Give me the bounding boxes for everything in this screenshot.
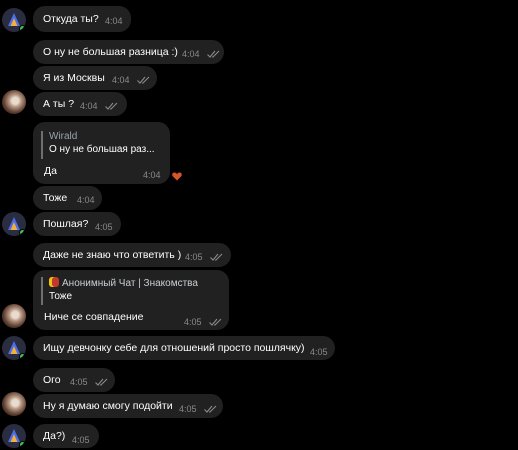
message-bubble[interactable]: Ищу девчонку себе для отношений просто п… [33,336,335,360]
user-photo-avatar[interactable] [2,90,26,114]
message-time: 4:05 [184,317,202,327]
message-bubble[interactable]: Да?) 4:05 [33,424,99,448]
message-bubble[interactable]: Ну я думаю смогу подойти 4:05 [33,394,223,418]
message-text: Даже не знаю что ответить ) [43,249,182,261]
message-time: 4:04 [105,16,123,26]
bot-avatar[interactable] [2,424,26,448]
online-indicator [19,353,26,360]
message-text: Да?) [43,430,66,442]
message-time: 4:05 [185,252,203,262]
reply-quote[interactable]: Анонимный Чат | Знакомства Тоже [41,277,221,305]
message-text: Ищу девчонку себе для отношений просто п… [43,342,305,354]
double-check-icon [209,318,222,326]
heart-icon[interactable] [172,172,182,181]
double-check-icon [204,405,217,413]
message-bubble[interactable]: Тоже 4:04 [33,186,102,210]
message-time: 4:05 [70,377,88,387]
message-time: 4:05 [95,222,113,232]
message-text: Да [44,165,57,177]
double-check-icon [105,102,118,110]
message-bubble[interactable]: О ну не большая разница :) 4:04 [33,40,224,64]
message-text: Откуда ты? [43,13,99,25]
double-check-icon [137,76,150,84]
online-indicator [19,25,26,32]
message-time: 4:05 [179,404,197,414]
message-time: 4:04 [143,170,161,180]
message-text: А ты ? [43,98,75,110]
message-text: Тоже [43,192,68,204]
reply-sender-name: Анонимный Чат | Знакомства [49,277,221,290]
message-bubble[interactable]: Даже не знаю что ответить ) 4:05 [33,243,231,267]
message-bubble[interactable]: Ого 4:05 [33,368,115,392]
message-bubble[interactable]: Пошлая? 4:05 [33,212,121,236]
message-time: 4:05 [310,347,328,357]
bot-avatar[interactable] [2,336,26,360]
message-time: 4:04 [77,195,95,205]
reply-text: Тоже [49,291,73,302]
message-text: Пошлая? [43,218,89,230]
message-bubble[interactable]: Откуда ты? 4:04 [33,6,131,32]
message-text: О ну не большая разница :) [43,46,178,58]
message-text: Я из Москвы [43,72,105,84]
message-text: Ну я думаю смогу подойти [43,400,173,412]
message-bubble[interactable]: Анонимный Чат | Знакомства Тоже Ниче се … [33,270,229,330]
bot-avatar[interactable] [2,8,26,32]
message-bubble[interactable]: А ты ? 4:04 [33,92,127,116]
double-check-icon [207,50,220,58]
message-bubble[interactable]: Wirald О ну не большая раз... Да 4:04 [33,122,170,184]
reply-quote[interactable]: Wirald О ну не большая раз... [41,131,163,159]
double-check-icon [210,253,223,261]
online-indicator [19,229,26,236]
message-time: 4:04 [182,49,200,59]
user-photo-avatar[interactable] [2,304,26,328]
user-photo-avatar[interactable] [2,392,26,416]
double-check-icon [95,378,108,386]
message-bubble[interactable]: Я из Москвы 4:04 [33,66,157,90]
bot-mask-icon [49,277,59,287]
message-time: 4:04 [80,101,98,111]
bot-avatar[interactable] [2,212,26,236]
message-text: Ниче се совпадение [44,311,144,323]
online-indicator [19,441,26,448]
message-time: 4:05 [72,435,90,445]
message-time: 4:04 [112,75,130,85]
chat-message-list: Откуда ты? 4:04 О ну не большая разница … [0,0,518,450]
message-text: Ого [43,374,61,386]
reply-sender-name: Wirald [49,131,78,142]
reply-text: О ну не большая раз... [49,144,155,155]
